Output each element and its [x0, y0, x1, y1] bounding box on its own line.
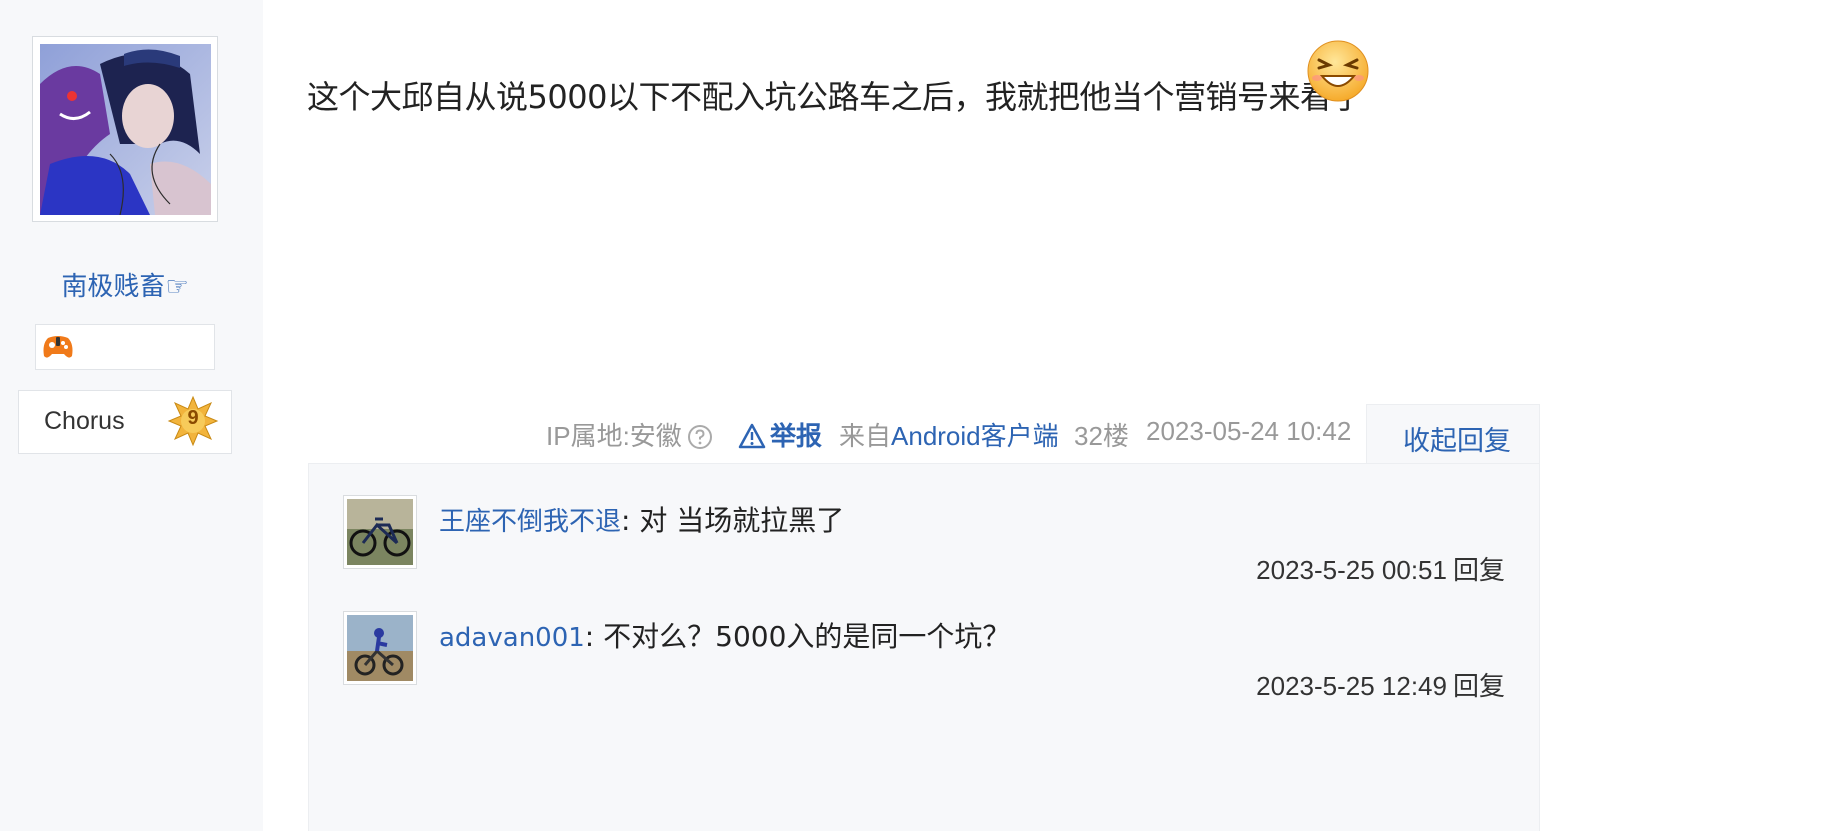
- author-name[interactable]: 南极贱畜☞: [0, 266, 250, 303]
- ip-location: IP属地:安徽: [546, 421, 682, 451]
- author-avatar[interactable]: [32, 36, 218, 222]
- game-controller-icon[interactable]: [42, 334, 74, 360]
- level-star-icon: 9: [167, 395, 219, 447]
- post-datetime: 2023-05-24 10:42: [1146, 416, 1352, 446]
- reply-meta: 2023-5-25 00:51 回复: [1256, 550, 1505, 587]
- reply-button[interactable]: 回复: [1453, 671, 1505, 701]
- reply-text: : 对 当场就拉黑了: [621, 504, 845, 537]
- question-circle-icon[interactable]: [687, 420, 713, 454]
- source-client-link[interactable]: Android客户端: [891, 421, 1059, 451]
- collapse-replies-button[interactable]: 收起回复: [1403, 419, 1511, 458]
- mountain-biker-avatar-icon[interactable]: [343, 611, 417, 685]
- laughing-face-emoji-icon: [1305, 38, 1371, 104]
- anime-girl-avatar-icon: [40, 44, 211, 215]
- floor-number: 32楼: [1074, 421, 1129, 451]
- report-link[interactable]: 举报: [738, 416, 823, 451]
- level-number: 9: [187, 407, 199, 429]
- reply-meta: 2023-5-25 12:49 回复: [1256, 666, 1505, 703]
- reply-button[interactable]: 回复: [1453, 555, 1505, 585]
- reply-body: adavan001: 不对么？5000入的是同一个坑？: [439, 615, 1010, 655]
- reply-body: 王座不倒我不退: 对 当场就拉黑了: [439, 499, 844, 539]
- collapse-tab: 收起回复: [1366, 404, 1540, 464]
- source-prefix: 来自: [839, 421, 892, 451]
- reply-username[interactable]: 王座不倒我不退: [439, 507, 621, 537]
- warning-triangle-icon: [738, 423, 766, 449]
- reply-time: 2023-5-25 00:51: [1256, 555, 1447, 585]
- reply-list: 王座不倒我不退: 对 当场就拉黑了 2023-5-25 00:51 回复 adav…: [308, 463, 1540, 831]
- level-name: Chorus: [44, 407, 125, 435]
- post-content: 这个大邱自从说5000以下不配入坑公路车之后，我就把他当个营销号来看了: [307, 78, 1363, 116]
- post-source: 来自Android客户端: [839, 416, 1059, 451]
- reply-username[interactable]: adavan001: [439, 623, 585, 653]
- bicycle-avatar-icon[interactable]: [343, 495, 417, 569]
- reply-text: : 不对么？5000入的是同一个坑？: [584, 620, 1011, 653]
- reply-time: 2023-5-25 12:49: [1256, 671, 1447, 701]
- report-label: 举报: [770, 421, 823, 451]
- badge-box: [35, 324, 215, 370]
- author-sidebar: 南极贱畜☞ Chorus 9: [0, 0, 263, 831]
- level-badge-box[interactable]: Chorus 9: [18, 390, 232, 454]
